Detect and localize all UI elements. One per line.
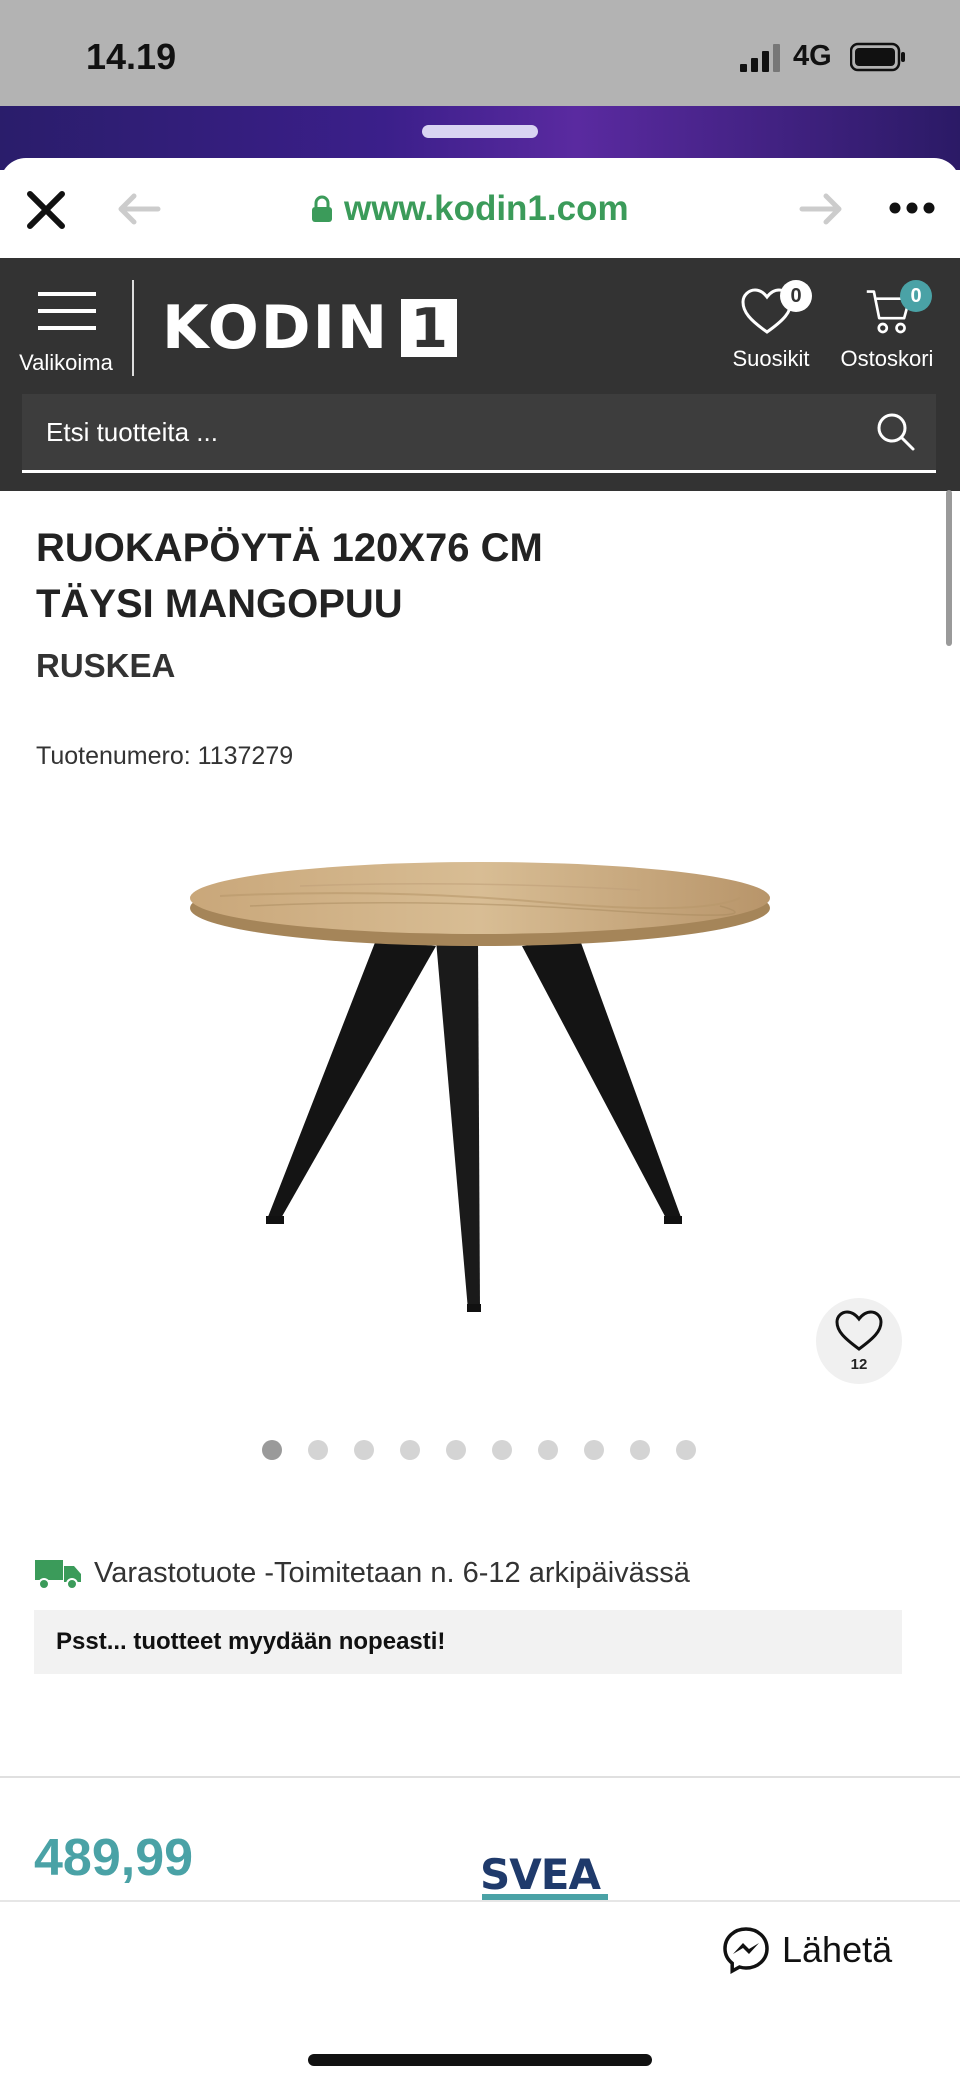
search-input[interactable] xyxy=(44,406,848,458)
search-icon[interactable] xyxy=(876,412,916,452)
battery-icon xyxy=(850,42,905,72)
messenger-icon xyxy=(723,1927,769,1974)
stock-text: Varastotuote -Toimitetaan n. 6-12 arkipä… xyxy=(94,1556,690,1589)
favorites-badge: 0 xyxy=(780,280,812,312)
product-title-line-1: RUOKAPÖYTÄ 120X76 CM xyxy=(36,526,543,570)
cart-badge: 0 xyxy=(900,280,932,312)
sheet-grabber[interactable] xyxy=(422,125,538,138)
heart-icon xyxy=(835,1310,883,1351)
gallery-dot-6[interactable] xyxy=(492,1440,512,1460)
wishlist-count: 12 xyxy=(850,1356,868,1373)
svea-logo: SVEA xyxy=(480,1850,608,1900)
more-options-icon[interactable] xyxy=(888,198,936,218)
header-divider xyxy=(132,280,134,376)
product-title: RUOKAPÖYTÄ 120X76 CM TÄYSI MANGOPUU xyxy=(36,520,736,632)
site-logo[interactable]: KODIN 1 xyxy=(162,293,458,363)
gallery-dot-5[interactable] xyxy=(446,1440,466,1460)
gallery-dot-8[interactable] xyxy=(584,1440,604,1460)
signal-icon xyxy=(740,44,780,72)
stock-info: Varastotuote -Toimitetaan n. 6-12 arkipä… xyxy=(34,1556,690,1590)
hamburger-icon xyxy=(38,292,96,330)
menu-label: Valikoima xyxy=(19,350,113,375)
gallery-dot-2[interactable] xyxy=(308,1440,328,1460)
urgency-banner: Psst... tuotteet myydään nopeasti! xyxy=(34,1610,902,1674)
delivery-truck-icon xyxy=(35,1560,81,1590)
logo-number: 1 xyxy=(401,297,458,360)
url-display[interactable]: www.kodin1.com xyxy=(310,186,629,232)
send-button[interactable]: Lähetä xyxy=(722,1926,892,1974)
gallery-dot-7[interactable] xyxy=(538,1440,558,1460)
network-label: 4G xyxy=(793,40,832,72)
search-bar xyxy=(22,394,936,473)
send-label: Lähetä xyxy=(782,1929,893,1970)
gallery-dot-1[interactable] xyxy=(262,1440,282,1460)
url-text: www.kodin1.com xyxy=(344,189,629,228)
close-icon[interactable] xyxy=(22,186,70,234)
cart-label: Ostoskori xyxy=(840,346,934,371)
forward-arrow-icon[interactable] xyxy=(798,192,844,226)
menu-button[interactable]: Valikoima xyxy=(14,284,118,376)
svea-logo-text: SVEA xyxy=(480,1850,601,1899)
gallery-dot-9[interactable] xyxy=(630,1440,650,1460)
product-color: RUSKEA xyxy=(36,647,176,684)
urgency-text: Psst... tuotteet myydään nopeasti! xyxy=(56,1628,446,1655)
product-number: Tuotenumero: 1137279 xyxy=(36,742,294,770)
gallery-dot-10[interactable] xyxy=(676,1440,696,1460)
wishlist-button[interactable]: 12 xyxy=(816,1298,902,1384)
home-indicator[interactable] xyxy=(308,2054,652,2066)
status-time: 14.19 xyxy=(86,36,177,77)
back-arrow-icon[interactable] xyxy=(116,192,162,226)
product-title-line-2: TÄYSI MANGOPUU xyxy=(36,582,403,626)
product-image[interactable] xyxy=(180,840,780,1320)
section-divider xyxy=(0,1776,960,1778)
product-price: 489,99 xyxy=(34,1829,194,1887)
scrollbar[interactable] xyxy=(946,490,952,646)
gallery-dot-3[interactable] xyxy=(354,1440,374,1460)
lock-icon xyxy=(312,195,332,222)
gallery-dot-4[interactable] xyxy=(400,1440,420,1460)
favorites-button[interactable]: 0 Suosikit xyxy=(726,280,812,376)
favorites-label: Suosikit xyxy=(732,346,810,371)
logo-word: KODIN xyxy=(162,293,390,363)
gallery-pagination xyxy=(262,1440,696,1460)
cart-button[interactable]: 0 Ostoskori xyxy=(836,280,940,376)
